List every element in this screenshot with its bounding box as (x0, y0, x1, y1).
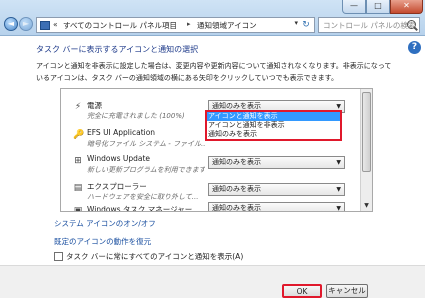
item-description: 新しい更新プログラムを利用できます (87, 166, 205, 174)
notification-icon-list: ⚡ 電源 完全に充電されました (100%) 通知のみを表示 ▼ 🔑 EFS UI… (60, 88, 373, 212)
item-description: 暗号化ファイル システム - ファイル... (87, 140, 205, 148)
chevron-down-icon: ▼ (336, 159, 341, 166)
close-button[interactable]: ✕ (390, 0, 423, 14)
dropdown-option[interactable]: 通知のみを表示 (206, 130, 341, 139)
select-value: 通知のみを表示 (212, 102, 261, 110)
forward-button[interactable]: ► (19, 17, 33, 31)
dropdown-option[interactable]: アイコンと通知を非表示 (206, 121, 341, 130)
restore-defaults-link[interactable]: 既定のアイコンの動作を復元 (54, 236, 151, 247)
select-value: 通知のみを表示 (212, 185, 261, 193)
item-description: 完全に充電されました (100%) (87, 112, 185, 120)
search-icon[interactable] (407, 20, 416, 29)
task-manager-icon: ▣ (73, 206, 83, 212)
back-button[interactable]: ◄ (4, 17, 18, 31)
breadcrumb-all-items[interactable]: すべてのコントロール パネル項目 (63, 20, 177, 31)
breadcrumb-notification-icons[interactable]: 通知領域アイコン (197, 20, 257, 31)
always-show-checkbox[interactable] (54, 252, 63, 261)
refresh-icon[interactable]: ↻ (300, 19, 312, 31)
power-icon: ⚡ (74, 102, 82, 112)
system-icons-link[interactable]: システム アイコンのオン/オフ (54, 218, 156, 229)
scroll-down-icon[interactable]: ▼ (362, 201, 371, 210)
address-dropdown-icon[interactable]: ▾ (294, 19, 298, 27)
behavior-dropdown-list[interactable]: アイコンと通知を表示 アイコンと通知を非表示 通知のみを表示 (205, 110, 342, 140)
maximize-button[interactable]: □ (366, 0, 390, 14)
list-scrollbar[interactable]: ▼ (360, 89, 372, 211)
efs-icon: 🔑 (73, 130, 85, 140)
search-input[interactable]: コントロール パネルの検索 (323, 20, 415, 31)
breadcrumb-separator[interactable]: ▸ (187, 20, 191, 28)
item-name: EFS UI Application (87, 128, 156, 137)
item-name: Windows タスク マネージャー (87, 205, 193, 212)
search-box[interactable]: コントロール パネルの検索 (318, 17, 420, 33)
explorer-icon: ▤ (73, 183, 83, 193)
ok-button[interactable]: OK (282, 284, 322, 298)
help-icon[interactable]: ? (408, 41, 421, 54)
chevron-down-icon: ▼ (336, 205, 341, 212)
breadcrumb-overflow[interactable]: « (53, 20, 58, 29)
behavior-select[interactable]: 通知のみを表示 ▼ (208, 156, 345, 169)
select-value: 通知のみを表示 (212, 204, 261, 212)
always-show-label: タスク バーに常にすべてのアイコンと通知を表示(A) (66, 252, 244, 261)
windows-update-icon: ⊞ (74, 156, 82, 166)
select-value: 通知のみを表示 (212, 158, 261, 166)
list-item: ▣ Windows タスク マネージャー 通知のみを表示 ▼ (61, 201, 361, 212)
item-name: エクスプローラー (87, 182, 147, 191)
dropdown-option[interactable]: アイコンと通知を表示 (206, 112, 341, 121)
minimize-button[interactable]: — (342, 0, 366, 14)
item-name: Windows Update (87, 154, 151, 163)
scrollbar-thumb[interactable] (362, 92, 371, 172)
page-heading: タスク バーに表示するアイコンと通知の選択 (36, 45, 199, 54)
page-description: アイコンと通知を非表示に設定した場合は、変更内容や更新内容について通知されなくな… (36, 62, 392, 82)
list-item: ⊞ Windows Update 新しい更新プログラムを利用できます 通知のみを… (61, 151, 361, 179)
behavior-select[interactable]: 通知のみを表示 ▼ (208, 183, 345, 196)
cancel-button[interactable]: キャンセル (326, 284, 368, 298)
behavior-select[interactable]: 通知のみを表示 ▼ (208, 202, 345, 212)
address-bar[interactable]: « すべてのコントロール パネル項目 ▸ 通知領域アイコン ▾ ↻ (36, 17, 315, 33)
control-panel-icon (40, 21, 50, 30)
chevron-down-icon: ▼ (336, 186, 341, 193)
item-name: 電源 (87, 101, 102, 110)
